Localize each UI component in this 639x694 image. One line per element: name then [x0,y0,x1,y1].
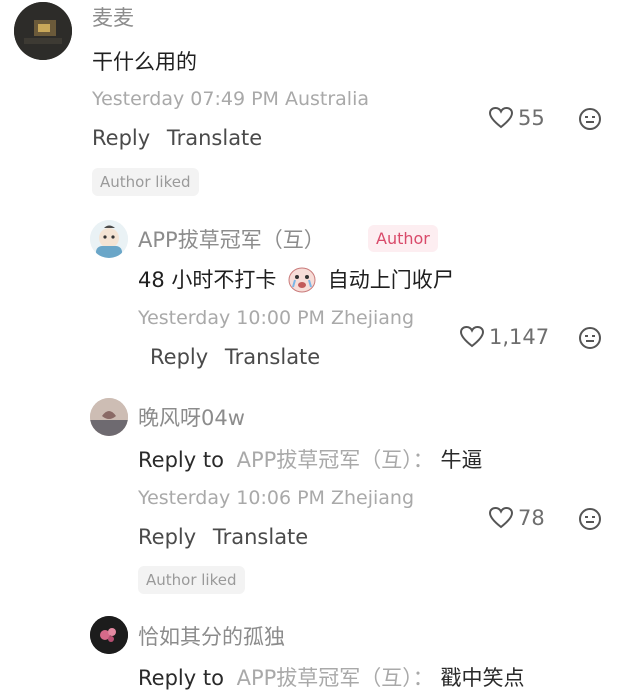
comment-text-part: 48 小时不打卡 [138,268,277,292]
reply-button[interactable]: Reply [138,525,196,549]
comment-text: Reply to APP拔草冠军（互）： 戳中笑点 [138,662,525,692]
comment-meta: Yesterday 10:06 PM Zhejiang [138,487,415,509]
avatar[interactable] [90,398,128,436]
like-count: 1,147 [489,325,550,349]
comment-actions: Reply Translate [138,525,308,549]
reply-prefix: Reply to [138,448,224,472]
avatar[interactable] [90,616,128,654]
comment-text: 干什么用的 [92,50,197,74]
reply-button[interactable]: Reply [92,126,150,150]
translate-button[interactable]: Translate [225,345,320,369]
reply-button[interactable]: Reply [150,345,208,369]
like-count: 55 [518,106,545,130]
reply-target-user[interactable]: APP拔草冠军（互）： [237,448,434,472]
comment-username[interactable]: 晚风呀04w [138,402,245,432]
reply-target-user[interactable]: APP拔草冠军（互）： [237,666,434,690]
like-count: 78 [518,506,545,530]
comment-actions: Reply Translate [150,345,320,369]
dislike-emoji-button[interactable] [578,507,602,531]
heart-icon [459,325,485,349]
comment-username[interactable]: 恰如其分的孤独 [138,621,285,651]
dislike-emoji-button[interactable] [578,107,602,131]
meh-face-icon [578,107,602,131]
comment-meta: Yesterday 10:00 PM Zhejiang [138,307,415,329]
author-tag: Author [368,225,438,252]
avatar[interactable] [14,2,72,60]
author-liked-badge: Author liked [92,168,199,196]
comment-actions: Reply Translate [92,126,262,150]
like-button[interactable]: 78 [488,506,545,530]
comment-text-part: 自动上门收尸 [327,268,454,292]
like-button[interactable]: 1,147 [459,325,549,349]
crying-emoji-icon [287,265,317,298]
comment-text: 48 小时不打卡 自动上门收尸 [138,264,454,298]
comment-text: Reply to APP拔草冠军（互）： 牛逼 [138,444,483,474]
comment-body: 牛逼 [440,448,483,472]
translate-button[interactable]: Translate [213,525,308,549]
author-liked-badge: Author liked [138,566,245,594]
comment-username[interactable]: APP拔草冠军（互） [138,224,325,254]
heart-icon [488,506,514,530]
comment-meta: Yesterday 07:49 PM Australia [92,88,370,110]
meh-face-icon [578,507,602,531]
heart-icon [488,106,514,130]
reply-prefix: Reply to [138,666,224,690]
translate-button[interactable]: Translate [167,126,262,150]
comment-username[interactable]: 麦麦 [92,2,134,32]
meh-face-icon [578,326,602,350]
avatar[interactable] [90,220,128,258]
comment-body: 戳中笑点 [440,666,525,690]
like-button[interactable]: 55 [488,106,545,130]
dislike-emoji-button[interactable] [578,326,602,350]
